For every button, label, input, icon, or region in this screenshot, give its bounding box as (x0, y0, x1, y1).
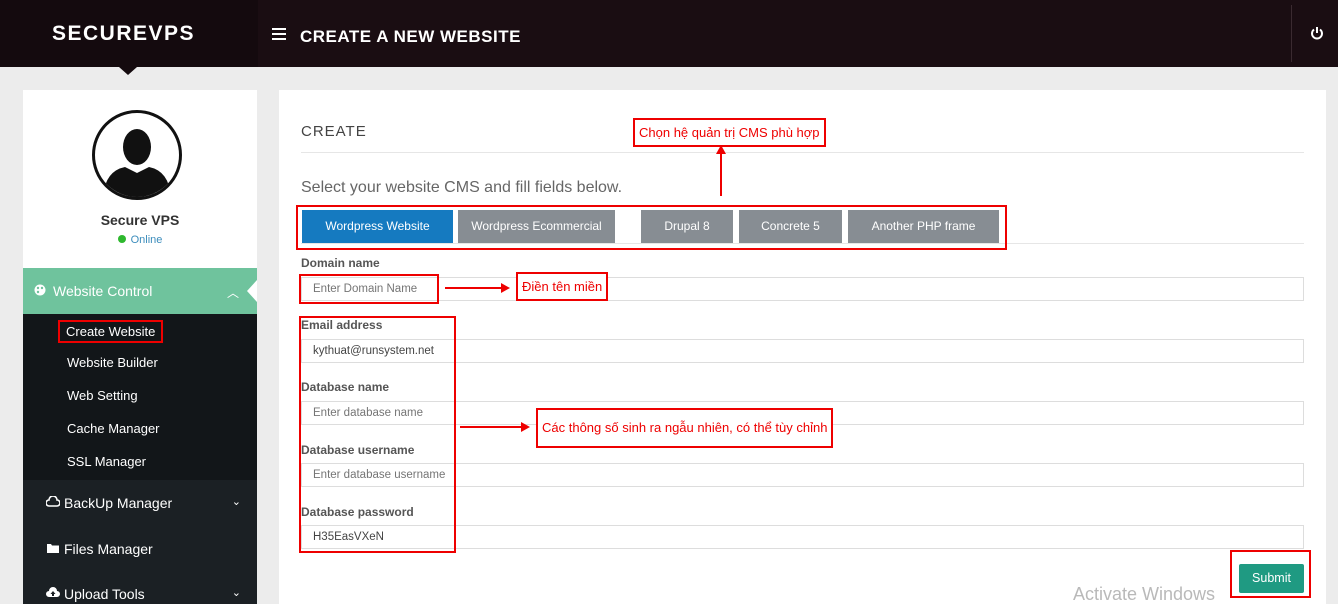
sidebar-subitem-create-website[interactable]: Create Website (58, 320, 164, 343)
user-silhouette-icon (103, 129, 171, 197)
params-highlight-box (299, 316, 456, 553)
sidebar-nav: Website Control ︿ Create Website Website… (23, 268, 257, 604)
folder-icon (47, 544, 59, 553)
cloud-icon (46, 496, 60, 507)
palette-icon (34, 284, 46, 296)
submit-highlight-box (1230, 550, 1311, 598)
avatar (92, 110, 182, 200)
sidebar-subitem-cache-manager[interactable]: Cache Manager (67, 421, 160, 436)
sidebar-item-backup-manager[interactable]: BackUp Manager ⌄ (23, 481, 257, 525)
brand-notch (119, 67, 137, 75)
section-title: CREATE (301, 123, 367, 140)
sidebar-item-website-control[interactable]: Website Control ︿ (23, 268, 257, 314)
chevron-down-icon: ⌄ (231, 496, 241, 508)
status-label: Online (130, 234, 163, 246)
sidebar-subitem-ssl-manager[interactable]: SSL Manager (67, 454, 146, 469)
hamburger-icon[interactable] (272, 28, 286, 40)
power-icon[interactable] (1310, 26, 1324, 40)
top-bar: SECUREVPS CREATE A NEW WEBSITE (0, 0, 1338, 67)
active-pointer (247, 280, 257, 302)
sidebar-item-label: Website Control (53, 283, 153, 299)
tabs-highlight-box (296, 205, 1007, 250)
sidebar-subitem-web-setting[interactable]: Web Setting (67, 388, 138, 403)
cms-note: Chọn hệ quản trị CMS phù hợp (633, 118, 826, 147)
arrow-right-icon (445, 283, 510, 293)
user-name: Secure VPS (100, 212, 180, 228)
sidebar-item-upload-tools[interactable]: Upload Tools ⌄ (23, 572, 257, 604)
chevron-down-icon: ⌄ (231, 587, 241, 599)
domain-note: Điền tên miền (516, 272, 609, 301)
online-dot-icon (117, 235, 126, 243)
sidebar-item-label: Files Manager (64, 541, 153, 557)
sidebar: Secure VPS Online Website Control ︿ Crea… (23, 90, 257, 604)
domain-highlight-box (299, 274, 439, 304)
sidebar-item-label: Upload Tools (64, 586, 145, 602)
activate-windows-watermark: Activate Windows (1073, 584, 1216, 604)
upload-icon (46, 587, 60, 597)
sidebar-item-files-manager[interactable]: Files Manager (23, 527, 257, 571)
arrow-up-icon (716, 145, 726, 196)
user-status: Online (23, 234, 257, 246)
chevron-up-icon: ︿ (226, 286, 239, 300)
page-title: CREATE A NEW WEBSITE (300, 27, 521, 46)
sidebar-item-label: BackUp Manager (64, 495, 173, 511)
divider (1291, 5, 1292, 62)
divider (301, 152, 1304, 153)
params-note: Các thông số sinh ra ngẫu nhiên, có thể … (536, 408, 834, 448)
section-subtitle: Select your website CMS and fill fields … (301, 179, 623, 196)
arrow-right-icon (460, 422, 530, 432)
sidebar-subitem-website-builder[interactable]: Website Builder (67, 355, 158, 370)
submenu: Create Website Website Builder Web Setti… (23, 314, 257, 480)
brand-logo[interactable]: SECUREVPS (52, 22, 195, 46)
domain-label: Domain name (301, 256, 380, 270)
sidebar-subitem-label: Create Website (58, 320, 164, 343)
domain-input[interactable] (301, 277, 1304, 301)
